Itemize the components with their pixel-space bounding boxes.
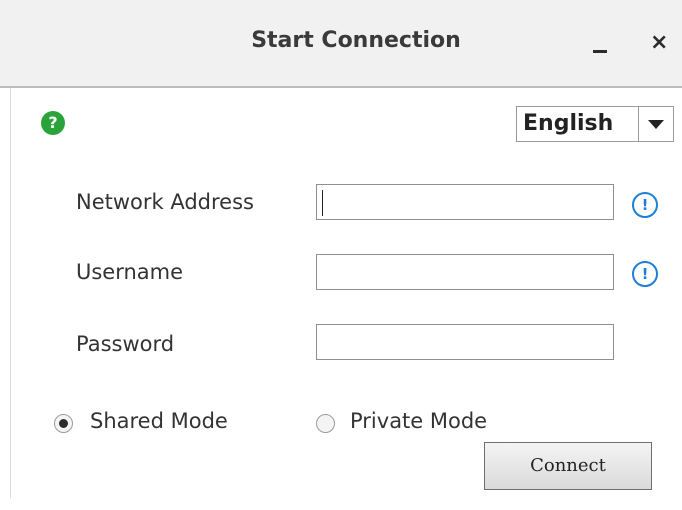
network-address-label: Network Address [76,190,254,214]
shared-mode-label[interactable]: Shared Mode [90,409,228,433]
network-address-input[interactable] [316,184,614,220]
chevron-down-icon [648,120,664,129]
shared-mode-radio[interactable] [54,414,73,433]
password-input[interactable] [316,324,614,360]
title-bar[interactable]: Start Connection × [0,0,682,88]
window-title: Start Connection [251,28,461,53]
username-label: Username [76,260,184,284]
private-mode-label[interactable]: Private Mode [350,409,487,433]
username-input[interactable] [316,254,614,290]
username-warning-icon[interactable]: ! [632,261,658,287]
network-address-warning-icon[interactable]: ! [632,192,658,218]
text-caret [322,190,323,216]
language-select[interactable]: English [516,106,674,142]
help-icon[interactable]: ? [41,111,65,135]
start-connection-window: Start Connection × ? English Network Add… [0,0,682,510]
language-dropdown-button[interactable] [638,107,673,141]
language-select-value: English [523,111,614,136]
window-left-edge [10,88,11,498]
password-label: Password [76,332,175,356]
radio-selected-dot [59,419,68,428]
minimize-button[interactable] [588,22,618,62]
minimize-icon [593,50,607,53]
private-mode-radio[interactable] [316,414,335,433]
close-button[interactable]: × [650,28,680,58]
connect-button[interactable]: Connect [484,442,652,490]
